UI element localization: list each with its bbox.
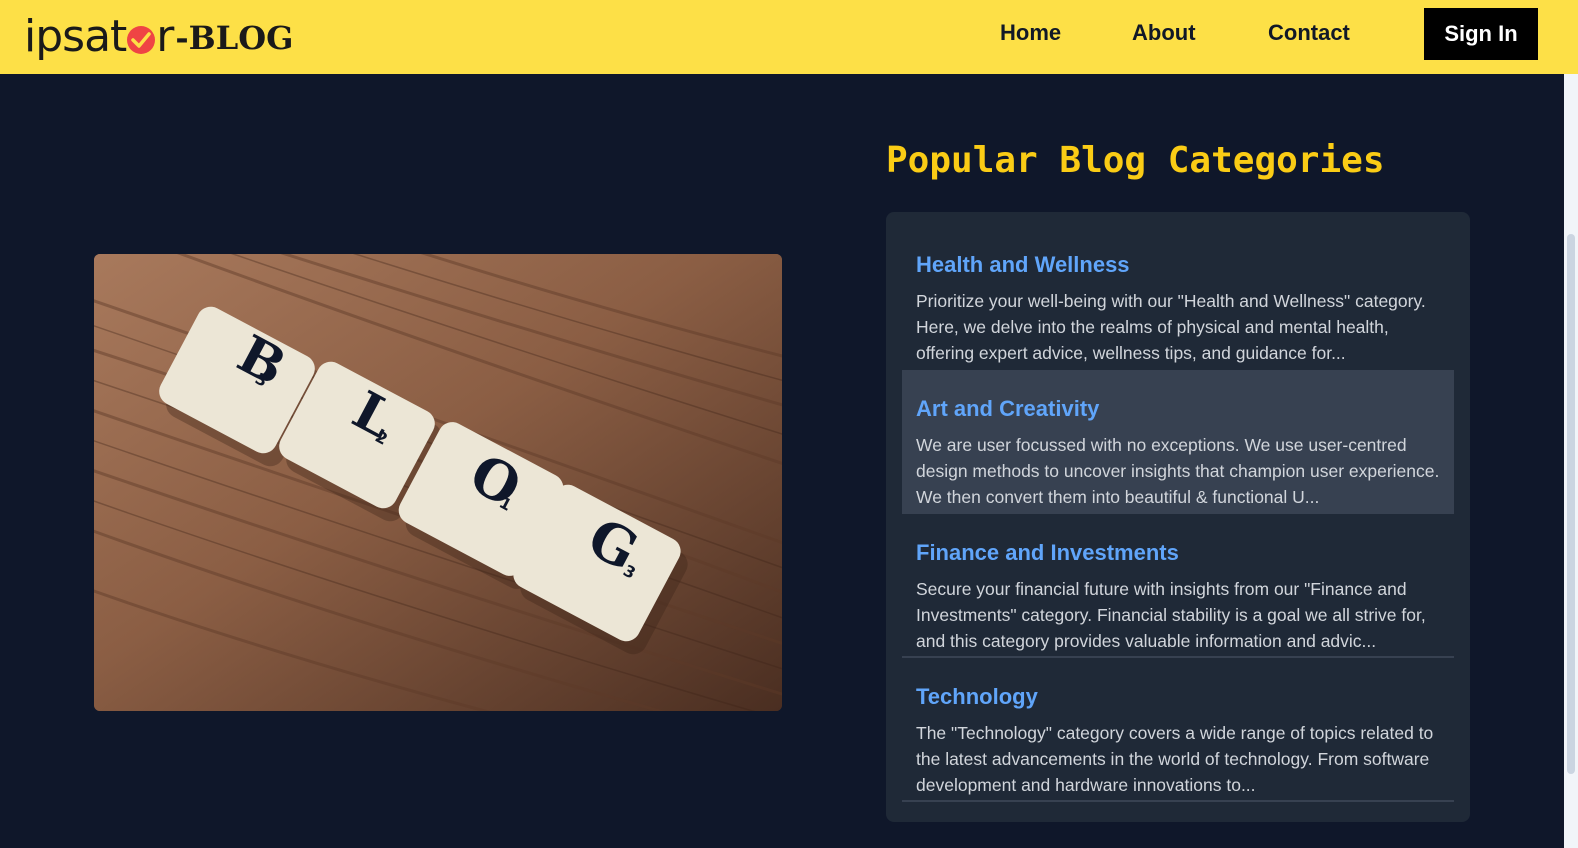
hero-image-illustration: B 3 L 2 O 1 G 3 xyxy=(94,254,782,711)
sign-in-button[interactable]: Sign In xyxy=(1424,8,1538,60)
category-title[interactable]: Art and Creativity xyxy=(916,396,1440,422)
category-item[interactable]: Art and Creativity We are user focussed … xyxy=(902,370,1454,514)
navbar: ipsat r -BLOG Home About Contact Sign In xyxy=(0,0,1578,74)
divider xyxy=(902,800,1454,802)
category-description: The "Technology" category covers a wide … xyxy=(916,723,1434,795)
site-logo[interactable]: ipsat r -BLOG xyxy=(24,8,293,64)
categories-heading: Popular Blog Categories xyxy=(886,140,1385,181)
category-description: Secure your financial future with insigh… xyxy=(916,579,1426,651)
nav-home-link[interactable]: Home xyxy=(1000,20,1061,46)
logo-text-b: r xyxy=(156,10,174,62)
category-item[interactable]: Technology The "Technology" category cov… xyxy=(902,658,1454,802)
category-title[interactable]: Health and Wellness xyxy=(916,252,1440,278)
category-description: We are user focussed with no exceptions.… xyxy=(916,435,1440,507)
category-title[interactable]: Finance and Investments xyxy=(916,540,1440,566)
logo-suffix: -BLOG xyxy=(175,19,294,57)
categories-panel: Health and Wellness Prioritize your well… xyxy=(886,212,1470,822)
hero-image: B 3 L 2 O 1 G 3 xyxy=(94,254,782,711)
logo-text-a: ipsat xyxy=(24,10,127,62)
category-item[interactable]: Health and Wellness Prioritize your well… xyxy=(902,226,1454,370)
nav-about-link[interactable]: About xyxy=(1132,20,1196,46)
category-title[interactable]: Technology xyxy=(916,684,1440,710)
checkmark-o-icon xyxy=(127,26,156,54)
category-description: Prioritize your well-being with our "Hea… xyxy=(916,291,1426,363)
nav-contact-link[interactable]: Contact xyxy=(1268,20,1350,46)
scrollbar-thumb[interactable] xyxy=(1567,234,1575,774)
logo-wordmark: ipsat r xyxy=(24,10,174,62)
page-scrollbar[interactable] xyxy=(1564,74,1578,848)
category-item[interactable]: Finance and Investments Secure your fina… xyxy=(902,514,1454,658)
